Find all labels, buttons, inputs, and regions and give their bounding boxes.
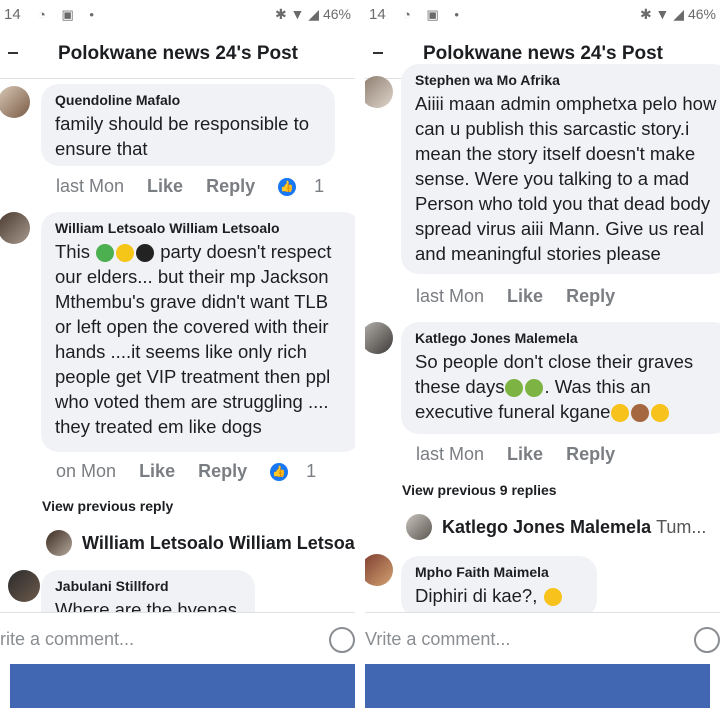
like-count[interactable]: 1 bbox=[314, 176, 324, 196]
avatar[interactable] bbox=[0, 212, 30, 244]
thinking-face-icon bbox=[543, 588, 562, 607]
comment-input[interactable]: rite a comment... bbox=[0, 629, 134, 650]
battery-percent: 46% bbox=[322, 6, 351, 22]
comment-text: Diphiri di kae?, bbox=[415, 583, 583, 608]
comment-actions: last Mon Like Reply bbox=[416, 444, 633, 465]
like-button[interactable]: Like bbox=[507, 286, 543, 306]
reply-button[interactable]: Reply bbox=[566, 444, 615, 464]
status-time: 14 bbox=[369, 6, 386, 23]
emoji-icon[interactable] bbox=[694, 627, 720, 653]
bottom-bar bbox=[10, 664, 355, 708]
comment-text: Aiiii maan admin omphetxa pelo how can u… bbox=[415, 93, 717, 264]
post-title: Polokwane news 24's Post bbox=[423, 43, 663, 64]
comment-bubble: Mpho Faith Maimela Diphiri di kae?, bbox=[401, 556, 597, 618]
reply-button[interactable]: Reply bbox=[566, 286, 615, 306]
hand-over-mouth-face-icon bbox=[651, 404, 670, 423]
comment-bubble: Quendoline Mafalo family should be respo… bbox=[41, 84, 335, 166]
comment-actions: last Mon Like Reply bbox=[416, 286, 633, 307]
back-icon[interactable] bbox=[373, 52, 383, 54]
avatar[interactable] bbox=[406, 514, 432, 540]
bottom-bar bbox=[365, 664, 710, 708]
avatar[interactable] bbox=[365, 554, 393, 586]
like-button[interactable]: Like bbox=[507, 444, 543, 464]
comment-actions: on Mon Like Reply 👍 1 bbox=[56, 461, 334, 482]
back-icon[interactable] bbox=[8, 52, 18, 54]
status-right: ✱ ▼ ◢ 46% bbox=[274, 6, 351, 22]
reply-button[interactable]: Reply bbox=[206, 176, 255, 196]
status-bar: 14 ◔ ▣ • ✱ ▼ ◢ 46% bbox=[0, 0, 355, 32]
flushed-face-icon bbox=[611, 404, 630, 423]
battery-percent: 46% bbox=[687, 6, 716, 22]
comment-bubble: Stephen wa Mo Afrika Aiiii maan admin om… bbox=[401, 64, 720, 274]
comment-actions: last Mon Like Reply 👍 1 bbox=[56, 176, 342, 197]
like-icon: 👍 bbox=[278, 178, 297, 197]
avatar[interactable] bbox=[8, 570, 40, 602]
reply-preview[interactable]: Katlego Jones Malemela Tum... bbox=[442, 517, 706, 538]
avatar[interactable] bbox=[365, 76, 393, 108]
comment-time[interactable]: last Mon bbox=[416, 444, 484, 464]
reply-preview[interactable]: William Letsoalo William Letsoal bbox=[82, 533, 355, 554]
comment-bubble: Katlego Jones Malemela So people don't c… bbox=[401, 322, 720, 434]
avatar[interactable] bbox=[46, 530, 72, 556]
like-icon: 👍 bbox=[270, 463, 289, 482]
like-button[interactable]: Like bbox=[139, 461, 175, 481]
comment-composer: rite a comment... bbox=[0, 612, 355, 663]
comment-author[interactable]: Stephen wa Mo Afrika bbox=[415, 72, 717, 88]
post-header: Polokwane news 24's Post bbox=[0, 32, 355, 79]
like-button[interactable]: Like bbox=[147, 176, 183, 196]
post-title: Polokwane news 24's Post bbox=[58, 43, 298, 64]
yellow-heart-icon bbox=[116, 244, 135, 263]
status-time: 14 bbox=[4, 6, 21, 23]
notification-icons: ◔ ▣ • bbox=[403, 7, 465, 22]
avatar[interactable] bbox=[0, 86, 30, 118]
view-previous-link[interactable]: View previous reply bbox=[42, 498, 173, 514]
comment-time[interactable]: on Mon bbox=[56, 461, 116, 481]
black-heart-icon bbox=[136, 244, 155, 263]
comment-text-start: This bbox=[55, 241, 90, 262]
comment-text-start: Diphiri di kae?, bbox=[415, 585, 538, 606]
comment-text-rest: party doesn't respect our elders... but … bbox=[55, 241, 332, 437]
comment-input[interactable]: Vrite a comment... bbox=[365, 629, 510, 650]
comment-author[interactable]: Jabulani Stillford bbox=[55, 578, 241, 594]
avatar[interactable] bbox=[365, 322, 393, 354]
comment-text: family should be responsible to ensure t… bbox=[55, 113, 310, 159]
comment-author[interactable]: Katlego Jones Malemela bbox=[415, 330, 717, 346]
green-heart-icon bbox=[96, 244, 115, 263]
comment-time[interactable]: last Mon bbox=[416, 286, 484, 306]
comment-author[interactable]: William Letsoalo William Letsoalo bbox=[55, 220, 347, 236]
comment-bubble: William Letsoalo William Letsoalo This p… bbox=[41, 212, 355, 452]
see-no-evil-monkey-icon bbox=[631, 404, 650, 423]
comment-author[interactable]: Quendoline Mafalo bbox=[55, 92, 321, 108]
view-previous-link[interactable]: View previous 9 replies bbox=[402, 482, 557, 498]
reply-snippet: Tum... bbox=[656, 517, 707, 537]
like-count[interactable]: 1 bbox=[306, 461, 316, 481]
reply-author[interactable]: William Letsoalo William Letsoal bbox=[82, 533, 355, 553]
reply-author[interactable]: Katlego Jones Malemela bbox=[442, 517, 651, 537]
status-right: ✱ ▼ ◢ 46% bbox=[639, 6, 716, 22]
shrug-icon bbox=[525, 379, 544, 398]
comment-text: This party doesn't respect our elders...… bbox=[55, 239, 347, 439]
comment-text: So people don't close their graves these… bbox=[415, 349, 717, 424]
left-screenshot: 14 ◔ ▣ • ✱ ▼ ◢ 46% Polokwane news 24's P… bbox=[0, 0, 355, 720]
notification-icons: ◔ ▣ • bbox=[38, 7, 100, 22]
comment-composer: Vrite a comment... bbox=[365, 612, 720, 663]
comment-time[interactable]: last Mon bbox=[56, 176, 124, 196]
right-screenshot: 14 ◔ ▣ • ✱ ▼ ◢ 46% Polokwane news 24's P… bbox=[365, 0, 720, 720]
emoji-icon[interactable] bbox=[329, 627, 355, 653]
status-bar: 14 ◔ ▣ • ✱ ▼ ◢ 46% bbox=[365, 0, 720, 32]
comment-author[interactable]: Mpho Faith Maimela bbox=[415, 564, 583, 580]
shrug-icon bbox=[505, 379, 524, 398]
reply-button[interactable]: Reply bbox=[198, 461, 247, 481]
